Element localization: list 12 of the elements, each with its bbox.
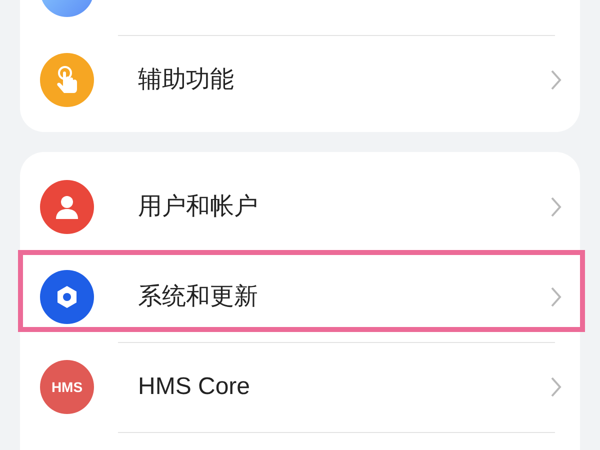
chevron-icon [550,376,562,398]
hms-icon: HMS [40,360,94,414]
chevron-icon [550,286,562,308]
chevron-icon [550,196,562,218]
setting-label[interactable]: 系统和更新 [138,279,258,315]
setting-label[interactable]: 辅助功能 [138,62,234,98]
setting-label[interactable]: HMS Core [138,369,250,405]
hand-icon [40,53,94,107]
chevron-icon [550,69,562,91]
settings-icon [40,270,94,324]
user-icon [40,180,94,234]
setting-label[interactable]: 用户和帐户 [138,189,258,225]
